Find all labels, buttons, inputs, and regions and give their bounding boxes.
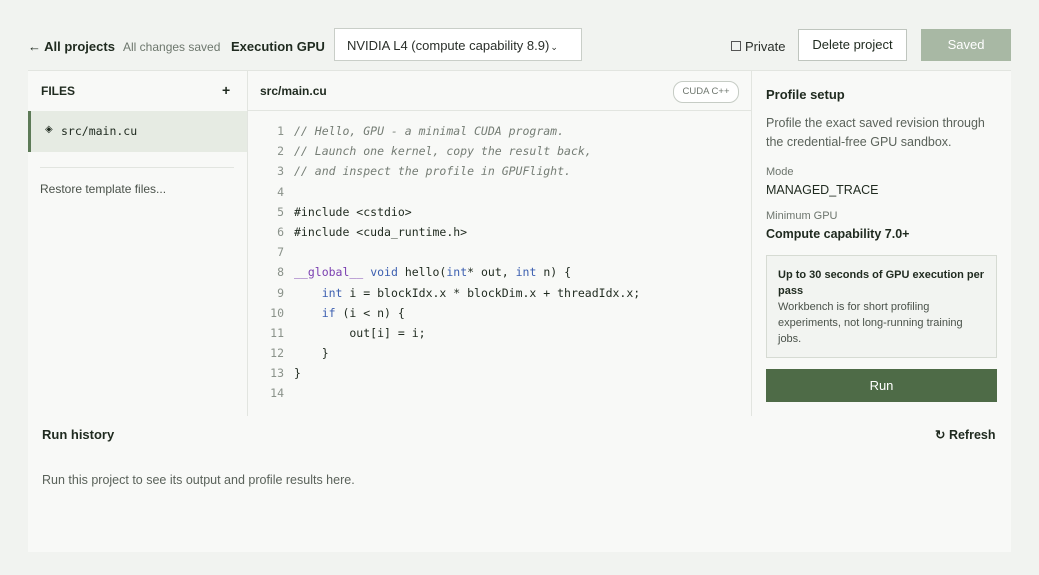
- line-text: // Launch one kernel, copy the result ba…: [294, 144, 592, 159]
- code-line: 2 // Launch one kernel, copy the result b…: [260, 141, 640, 161]
- note-title: Up to 30 seconds of GPU execution per pa…: [778, 269, 984, 297]
- code-line: 7: [260, 242, 640, 262]
- line-number: 7: [277, 245, 284, 260]
- line-number: 3: [277, 164, 284, 179]
- minimum-gpu-label: Minimum GPU: [766, 210, 838, 222]
- line-number: 2: [277, 144, 284, 159]
- line-text: __global__ void hello(int* out, int n) {: [294, 265, 572, 280]
- profile-description: Profile the exact saved revision through…: [766, 116, 985, 149]
- run-history-empty: Run this project to see its output and p…: [42, 473, 355, 487]
- private-label: Private: [745, 39, 786, 54]
- mode-label: Mode: [766, 166, 794, 178]
- code-line: 8 __global__ void hello(int* out, int n) …: [260, 262, 640, 282]
- line-text: out[i] = i;: [294, 325, 426, 340]
- line-number: 1: [277, 124, 284, 138]
- top-divider: [28, 70, 1011, 71]
- code-line: 11 out[i] = i;: [260, 323, 640, 343]
- line-number: 13: [270, 366, 284, 381]
- save-status: All changes saved: [123, 40, 221, 54]
- code-line: 5 #include <cstdio>: [260, 202, 640, 222]
- run-button[interactable]: Run: [766, 369, 997, 402]
- delete-project-button[interactable]: Delete project: [798, 29, 907, 61]
- code-line: 4: [260, 182, 640, 202]
- mode-value: MANAGED_TRACE: [766, 183, 879, 197]
- line-text: #include <cuda_runtime.h>: [294, 224, 468, 239]
- add-file-button[interactable]: +: [222, 82, 230, 98]
- line-text: }: [294, 366, 301, 381]
- code-line: 12 }: [260, 343, 640, 363]
- line-number: 6: [277, 224, 284, 239]
- run-history-title: Run history: [42, 427, 115, 442]
- line-number: 11: [270, 325, 284, 340]
- editor-file-title: src/main.cu: [260, 84, 327, 98]
- language-badge: CUDA C++: [673, 81, 739, 103]
- line-text: // Hello, GPU - a minimal CUDA program.: [294, 124, 565, 138]
- files-divider: [247, 70, 248, 416]
- file-item[interactable]: ◈ src/main.cu: [28, 111, 247, 152]
- editor-header-divider: [248, 110, 751, 111]
- checkbox-icon: [731, 41, 741, 51]
- chevron-down-icon: ⌄: [550, 42, 558, 52]
- restore-template-link[interactable]: Restore template files...: [40, 182, 166, 196]
- code-line: 14: [260, 383, 640, 403]
- minimum-gpu-value: Compute capability 7.0+: [766, 227, 910, 241]
- file-icon: ◈: [45, 124, 53, 135]
- gpu-select-value: NVIDIA L4 (compute capability 8.9): [347, 38, 550, 53]
- code-line: 1 // Hello, GPU - a minimal CUDA program.: [260, 121, 640, 141]
- gpu-select[interactable]: NVIDIA L4 (compute capability 8.9)⌄: [334, 28, 582, 61]
- line-text: // and inspect the profile in GPUFlight.: [294, 164, 571, 179]
- line-number: 14: [270, 386, 284, 401]
- profile-setup-title: Profile setup: [766, 87, 845, 102]
- line-text: #include <cstdio>: [294, 204, 412, 219]
- line-number: 9: [277, 285, 284, 300]
- line-text: int i = blockIdx.x * blockDim.x + thread…: [321, 285, 641, 300]
- line-text: }: [294, 346, 329, 361]
- line-number: 4: [277, 184, 284, 199]
- files-heading: FILES: [41, 84, 76, 98]
- code-editor[interactable]: 1 // Hello, GPU - a minimal CUDA program.…: [260, 121, 640, 404]
- code-line: 9 int i = blockIdx.x * blockDim.x + thre…: [260, 283, 640, 303]
- code-line: 10 if (i < n) {: [260, 303, 640, 323]
- code-line: 6 #include <cuda_runtime.h>: [260, 222, 640, 242]
- private-checkbox[interactable]: Private: [731, 39, 785, 54]
- file-name: src/main.cu: [61, 124, 138, 138]
- code-line: 13}: [260, 363, 640, 383]
- gpu-label: Execution GPU: [231, 39, 325, 54]
- line-number: 8: [277, 265, 284, 280]
- saved-button[interactable]: Saved: [921, 29, 1011, 61]
- refresh-button[interactable]: ↻ Refresh: [935, 427, 996, 442]
- line-number: 10: [270, 305, 284, 320]
- all-projects-link[interactable]: ← All projects: [28, 39, 115, 54]
- line-number: 12: [270, 346, 284, 361]
- line-number: 5: [277, 204, 284, 219]
- line-text: if (i < n) {: [321, 305, 405, 320]
- workspace-panel: FILES + ◈ src/main.cu Restore template f…: [28, 70, 1011, 552]
- top-bar: ← All projects All changes saved Executi…: [28, 28, 1011, 64]
- code-line: 3 // and inspect the profile in GPUFlight…: [260, 161, 640, 181]
- execution-limit-note: Up to 30 seconds of GPU execution per pa…: [766, 255, 997, 358]
- editor-divider: [751, 70, 752, 416]
- note-body: Workbench is for short profiling experim…: [778, 301, 963, 345]
- files-separator: [40, 167, 234, 168]
